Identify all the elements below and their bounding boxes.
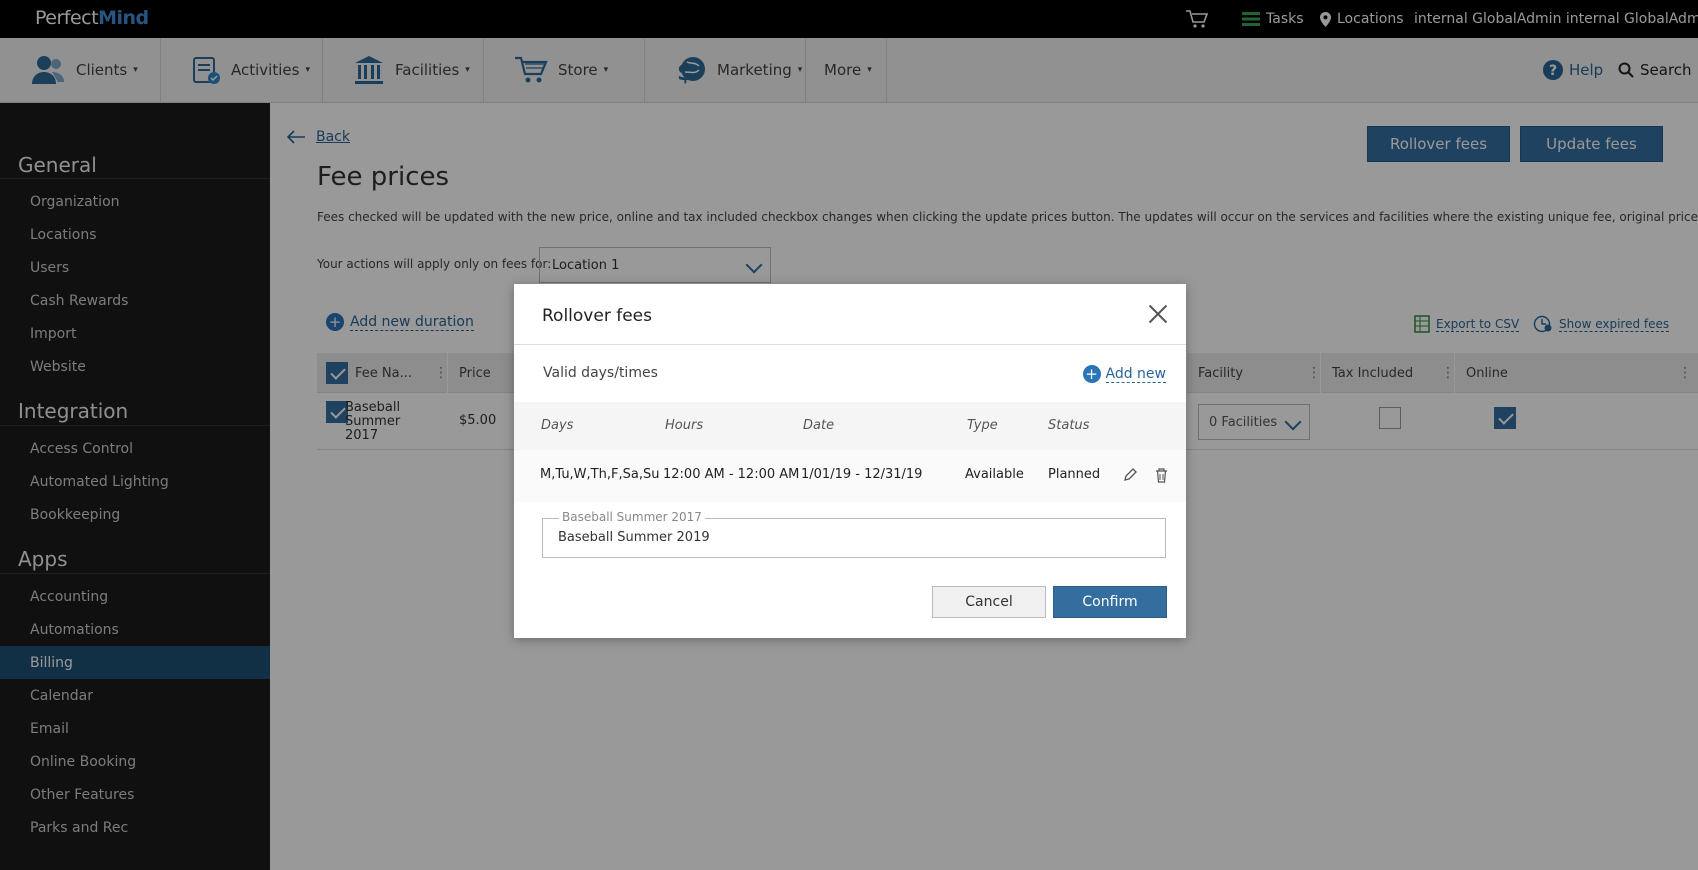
column-header-days: Days xyxy=(541,418,574,433)
rollover-fees-dialog: Rollover fees Valid days/times + Add new… xyxy=(514,284,1186,638)
close-icon[interactable] xyxy=(1148,304,1168,324)
table-row: M,Tu,W,Th,F,Sa,Su 12:00 AM - 12:00 AM 1/… xyxy=(514,450,1186,502)
dialog-title: Rollover fees xyxy=(542,306,652,326)
new-fee-name-input[interactable]: Baseball Summer 2019 xyxy=(558,530,710,545)
divider xyxy=(514,344,1186,345)
valid-days-times-label: Valid days/times xyxy=(543,365,658,381)
pencil-icon[interactable] xyxy=(1123,468,1137,482)
column-header-status: Status xyxy=(1048,418,1090,433)
column-header-type: Type xyxy=(967,418,998,433)
trash-icon[interactable] xyxy=(1155,468,1168,483)
field-legend: Baseball Summer 2017 xyxy=(559,510,705,524)
date-cell: 1/01/19 - 12/31/19 xyxy=(801,467,923,482)
hours-cell: 12:00 AM - 12:00 AM xyxy=(663,467,800,482)
new-fee-name-field[interactable]: Baseball Summer 2017 Baseball Summer 201… xyxy=(542,510,1166,558)
type-cell: Available xyxy=(965,467,1024,482)
add-new-link[interactable]: + Add new xyxy=(1082,365,1166,383)
valid-times-header: Days Hours Date Type Status xyxy=(514,402,1186,450)
confirm-button[interactable]: Confirm xyxy=(1053,586,1167,618)
column-header-hours: Hours xyxy=(665,418,704,433)
days-cell: M,Tu,W,Th,F,Sa,Su xyxy=(540,467,660,482)
column-header-date: Date xyxy=(803,418,835,433)
cancel-button[interactable]: Cancel xyxy=(932,586,1046,618)
status-cell: Planned xyxy=(1048,467,1101,482)
plus-circle-icon: + xyxy=(1082,365,1101,383)
